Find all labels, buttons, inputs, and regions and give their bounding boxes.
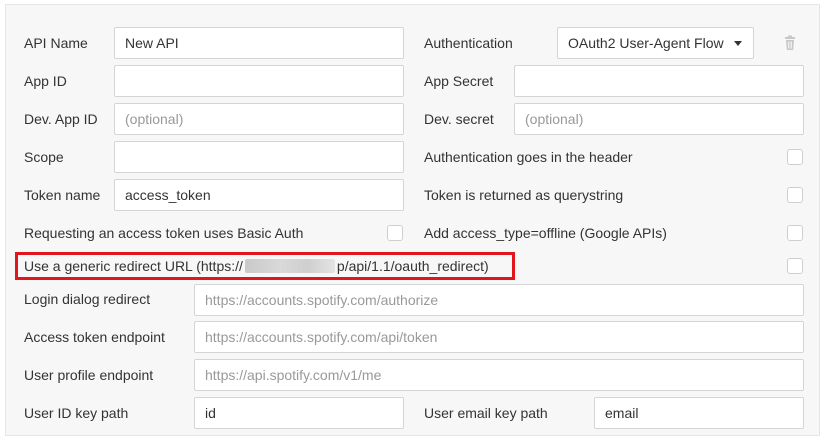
api-name-input[interactable]: New API <box>114 27 404 59</box>
scope-input[interactable] <box>114 141 404 173</box>
login-dialog-redirect-label: Login dialog redirect <box>24 291 151 307</box>
dev-app-id-label: Dev. App ID <box>24 111 98 127</box>
access-type-offline-checkbox[interactable] <box>787 225 803 241</box>
api-name-label: API Name <box>24 35 88 51</box>
user-profile-endpoint-input[interactable]: https://api.spotify.com/v1/me <box>194 359 804 391</box>
auth-header-checkbox[interactable] <box>787 149 803 165</box>
authentication-select-value: OAuth2 User-Agent Flow <box>568 35 724 51</box>
app-secret-label: App Secret <box>424 73 494 89</box>
user-email-key-path-input[interactable]: email <box>594 397 804 429</box>
chevron-down-icon <box>734 41 742 46</box>
app-secret-input[interactable] <box>514 65 804 97</box>
token-name-input[interactable]: access_token <box>114 179 404 211</box>
token-name-label: Token name <box>24 187 101 203</box>
access-token-endpoint-input[interactable]: https://accounts.spotify.com/api/token <box>194 321 804 353</box>
authentication-select[interactable]: OAuth2 User-Agent Flow <box>557 27 754 59</box>
basic-auth-label: Requesting an access token uses Basic Au… <box>24 225 304 241</box>
access-type-offline-label: Add access_type=offline (Google APIs) <box>424 225 667 241</box>
login-dialog-redirect-input[interactable]: https://accounts.spotify.com/authorize <box>194 284 804 316</box>
user-id-key-path-label: User ID key path <box>24 405 129 421</box>
trash-icon[interactable] <box>782 35 798 51</box>
basic-auth-checkbox[interactable] <box>387 225 403 241</box>
dev-app-id-input[interactable]: (optional) <box>114 103 404 135</box>
user-id-key-path-input[interactable]: id <box>194 397 404 429</box>
dev-secret-input[interactable]: (optional) <box>514 103 804 135</box>
auth-header-label: Authentication goes in the header <box>424 149 633 165</box>
highlight-box <box>15 252 515 280</box>
generic-redirect-checkbox[interactable] <box>787 258 803 274</box>
user-email-key-path-label: User email key path <box>424 405 548 421</box>
scope-label: Scope <box>24 149 64 165</box>
app-id-label: App ID <box>24 73 67 89</box>
dev-secret-label: Dev. secret <box>424 111 494 127</box>
access-token-endpoint-label: Access token endpoint <box>24 329 165 345</box>
app-id-input[interactable] <box>114 65 404 97</box>
token-querystring-checkbox[interactable] <box>787 187 803 203</box>
token-querystring-label: Token is returned as querystring <box>424 187 624 203</box>
user-profile-endpoint-label: User profile endpoint <box>24 367 154 383</box>
authentication-label: Authentication <box>424 35 513 51</box>
